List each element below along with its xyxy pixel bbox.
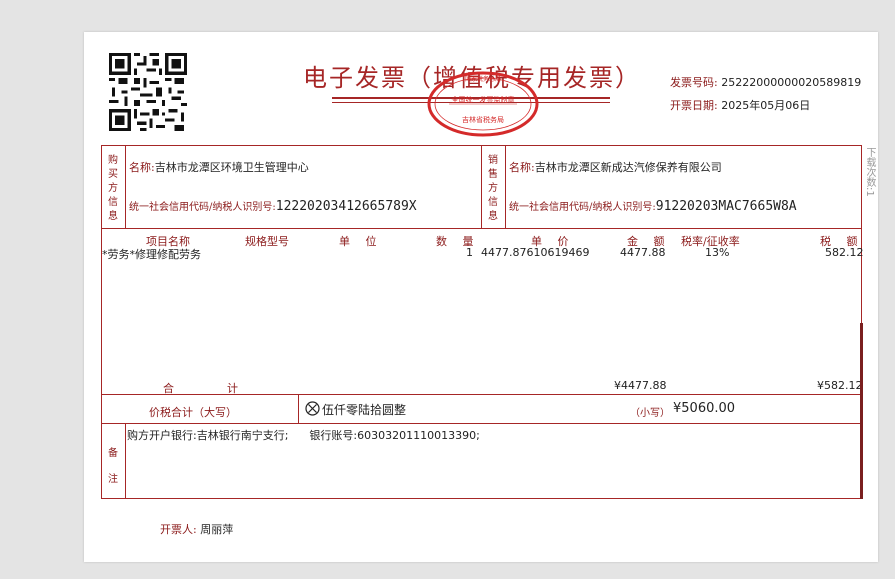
- seller-tax-row: 统一社会信用代码/纳税人识别号:91220203MAC7665W8A: [509, 199, 797, 214]
- divider: [298, 394, 299, 423]
- xiaoxie-value: ¥5060.00: [673, 401, 736, 416]
- divider: [125, 145, 126, 228]
- item-name: *劳务*修理修配劳务: [102, 248, 201, 261]
- buyer-name: 吉林市龙潭区环境卫生管理中心: [154, 161, 309, 174]
- divider: [505, 145, 506, 228]
- tax-seal: 国家税务总局 全国统一发票监制章 吉林省税务局: [427, 71, 539, 137]
- seller-section-label: 销售方信息: [488, 155, 498, 222]
- total-amount: ¥4477.88: [614, 379, 667, 392]
- seal-line-1: 吉林省税务局: [462, 115, 504, 124]
- invoice-number-row: 发票号码: 25222000000020589819: [670, 74, 861, 90]
- invoice-number-label: 发票号码:: [670, 76, 718, 89]
- download-count: 下载次数:1: [864, 147, 875, 197]
- invoice-date: 2025年05月06日: [721, 99, 811, 112]
- remarks-text: 购方开户银行:吉林银行南宁支行; 银行账号:60303201110013390;: [127, 429, 480, 442]
- divider: [481, 145, 482, 228]
- item-qty: 1: [466, 246, 473, 259]
- remarks-label: 备注: [108, 448, 118, 485]
- seller-tax-id: 91220203MAC7665W8A: [655, 199, 797, 214]
- qr-code-icon: [109, 53, 187, 131]
- seller-name-row: 名称:吉林市龙潭区新成达汽修保养有限公司: [509, 161, 722, 174]
- buyer-tax-id: 12220203412665789X: [275, 199, 417, 214]
- issuer-name: 周丽萍: [200, 523, 234, 536]
- svg-text:国家税务总局: 国家税务总局: [465, 75, 501, 83]
- daxie-value: 伍仟零陆拾圆整: [322, 403, 407, 417]
- total-label-he: 合: [163, 382, 174, 395]
- scrollbar[interactable]: [860, 323, 863, 499]
- buyer-section-label: 购买方信息: [108, 155, 118, 222]
- divider: [101, 394, 862, 395]
- invoice-number: 25222000000020589819: [721, 76, 862, 89]
- total-tax: ¥582.12: [817, 379, 863, 392]
- divider: [101, 228, 862, 229]
- item-rate: 13%: [705, 246, 730, 259]
- invoice-date-label: 开票日期:: [670, 99, 718, 112]
- item-amount: 4477.88: [620, 246, 666, 259]
- xiaoxie-label: （小写）: [630, 408, 670, 419]
- total-label-ji: 计: [227, 382, 238, 395]
- buyer-name-row: 名称:吉林市龙潭区环境卫生管理中心: [129, 161, 309, 174]
- divider: [101, 423, 862, 424]
- item-tax: 582.12: [825, 246, 864, 259]
- seller-name: 吉林市龙潭区新成达汽修保养有限公司: [534, 161, 722, 174]
- col-spec: 规格型号: [245, 235, 289, 248]
- issuer-row: 开票人: 周丽萍: [160, 523, 234, 536]
- divider: [125, 423, 126, 499]
- item-price: 4477.87610619469: [481, 246, 590, 259]
- invoice-date-row: 开票日期: 2025年05月06日: [670, 97, 810, 113]
- seal-line-2: 全国统一发票监制章: [452, 95, 515, 104]
- circle-x-icon: [305, 401, 320, 416]
- daxie-label: 价税合计（大写）: [149, 406, 237, 419]
- col-unit: 单 位: [339, 235, 383, 248]
- buyer-tax-row: 统一社会信用代码/纳税人识别号:12220203412665789X: [129, 199, 417, 214]
